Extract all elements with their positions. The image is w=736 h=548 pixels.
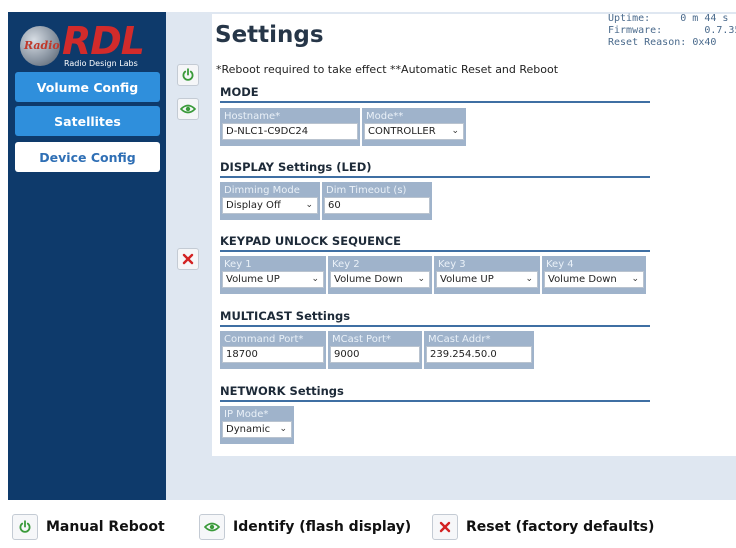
nav-satellites[interactable]: Satellites (15, 106, 160, 136)
key-3-field: Key 3 Volume UP ⌄ (434, 256, 540, 294)
key-1-label: Key 1 (224, 259, 252, 270)
key-4-field: Key 4 Volume Down ⌄ (542, 256, 646, 294)
identify-button[interactable] (177, 98, 199, 120)
status-block: Uptime: 0 m 44 s Firmware: 0.7.35 Reset … (608, 13, 736, 48)
legend-identify: Identify (flash display) (199, 514, 411, 540)
dim-timeout-input[interactable]: 60 (324, 197, 430, 214)
mode-field: Mode** CONTROLLER ⌄ (362, 108, 466, 146)
dimming-mode-select[interactable]: Display Off ⌄ (222, 197, 318, 214)
chevron-down-icon: ⌄ (525, 274, 533, 284)
key-1-select[interactable]: Volume UP ⌄ (222, 271, 324, 288)
nav-device-config[interactable]: Device Config (15, 142, 160, 172)
logo-subtitle: Radio Design Labs (64, 59, 138, 68)
eye-icon (180, 104, 196, 114)
mode-label: Mode** (366, 111, 404, 122)
sidebar: Radio RDL Radio Design Labs Volume Confi… (8, 12, 166, 500)
reboot-note: *Reboot required to take effect **Automa… (216, 63, 559, 76)
dimming-mode-field: Dimming Mode Display Off ⌄ (220, 182, 320, 220)
rdl-logo: Radio RDL Radio Design Labs (20, 22, 160, 68)
key-4-label: Key 4 (546, 259, 574, 270)
legend-identify-label: Identify (flash display) (233, 519, 412, 535)
page-title: Settings (215, 22, 324, 48)
legend-manual-reboot: Manual Reboot (12, 514, 165, 540)
logo-text: RDL (62, 19, 145, 63)
command-port-field: Command Port* 18700 (220, 331, 326, 369)
key-4-select[interactable]: Volume Down ⌄ (544, 271, 644, 288)
power-icon (182, 68, 194, 81)
dim-timeout-field: Dim Timeout (s) 60 (322, 182, 432, 220)
mcast-addr-label: MCast Addr* (428, 334, 491, 345)
ip-mode-select[interactable]: Dynamic ⌄ (222, 421, 292, 438)
nav-volume-config[interactable]: Volume Config (15, 72, 160, 102)
hostname-input[interactable]: D-NLC1-C9DC24 (222, 123, 358, 140)
mcast-port-label: MCast Port* (332, 334, 391, 345)
key-2-label: Key 2 (332, 259, 360, 270)
dim-timeout-label: Dim Timeout (s) (326, 185, 407, 196)
chevron-down-icon: ⌄ (417, 274, 425, 284)
command-port-label: Command Port* (224, 334, 304, 345)
mcast-addr-field: MCast Addr* 239.254.50.0 (424, 331, 534, 369)
key-2-field: Key 2 Volume Down ⌄ (328, 256, 432, 294)
section-network-title: NETWORK Settings (220, 384, 650, 402)
chevron-down-icon: ⌄ (451, 126, 459, 136)
section-display-title: DISPLAY Settings (LED) (220, 160, 650, 178)
section-multicast-title: MULTICAST Settings (220, 309, 650, 327)
chevron-down-icon: ⌄ (305, 200, 313, 210)
command-port-input[interactable]: 18700 (222, 346, 324, 363)
chevron-down-icon: ⌄ (311, 274, 319, 284)
power-icon (12, 514, 38, 540)
mcast-addr-input[interactable]: 239.254.50.0 (426, 346, 532, 363)
key-3-select[interactable]: Volume UP ⌄ (436, 271, 538, 288)
factory-reset-button[interactable] (177, 248, 199, 270)
mcast-port-field: MCast Port* 9000 (328, 331, 422, 369)
key-3-label: Key 3 (438, 259, 466, 270)
legend-manual-reboot-label: Manual Reboot (46, 519, 165, 535)
hostname-label: Hostname* (224, 111, 281, 122)
mcast-port-input[interactable]: 9000 (330, 346, 420, 363)
key-2-select[interactable]: Volume Down ⌄ (330, 271, 430, 288)
logo-disc: Radio (20, 26, 60, 66)
chevron-down-icon: ⌄ (631, 274, 639, 284)
hostname-field: Hostname* D-NLC1-C9DC24 (220, 108, 360, 146)
x-icon (432, 514, 458, 540)
ip-mode-label: IP Mode* (224, 409, 269, 420)
chevron-down-icon: ⌄ (279, 424, 287, 434)
ip-mode-field: IP Mode* Dynamic ⌄ (220, 406, 294, 444)
section-mode-title: MODE (220, 85, 650, 103)
x-icon (182, 253, 194, 265)
legend-reset: Reset (factory defaults) (432, 514, 654, 540)
key-1-field: Key 1 Volume UP ⌄ (220, 256, 326, 294)
legend-reset-label: Reset (factory defaults) (466, 519, 655, 535)
section-keypad-title: KEYPAD UNLOCK SEQUENCE (220, 234, 650, 252)
eye-icon (199, 514, 225, 540)
dimming-mode-label: Dimming Mode (224, 185, 300, 196)
mode-select[interactable]: CONTROLLER ⌄ (364, 123, 464, 140)
manual-reboot-button[interactable] (177, 64, 199, 86)
